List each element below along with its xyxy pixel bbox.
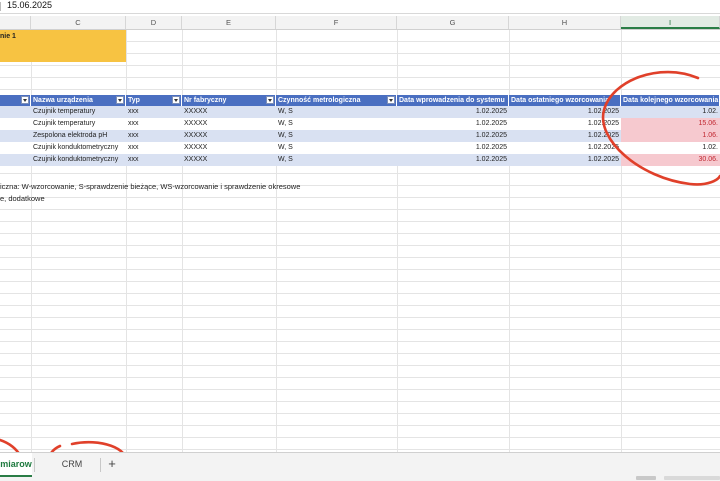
sheet-tab-crm[interactable]: CRM: [44, 453, 100, 475]
view-mode-icon[interactable]: [636, 476, 656, 480]
sheet-tab-active[interactable]: miarow: [0, 453, 32, 477]
annotation-circle-icon: [601, 70, 720, 186]
zoom-control[interactable]: [664, 476, 720, 480]
annotation-overlay: [0, 70, 720, 480]
add-sheet-button[interactable]: +: [103, 455, 121, 473]
tab-divider: [34, 458, 35, 472]
tab-divider: [100, 458, 101, 472]
